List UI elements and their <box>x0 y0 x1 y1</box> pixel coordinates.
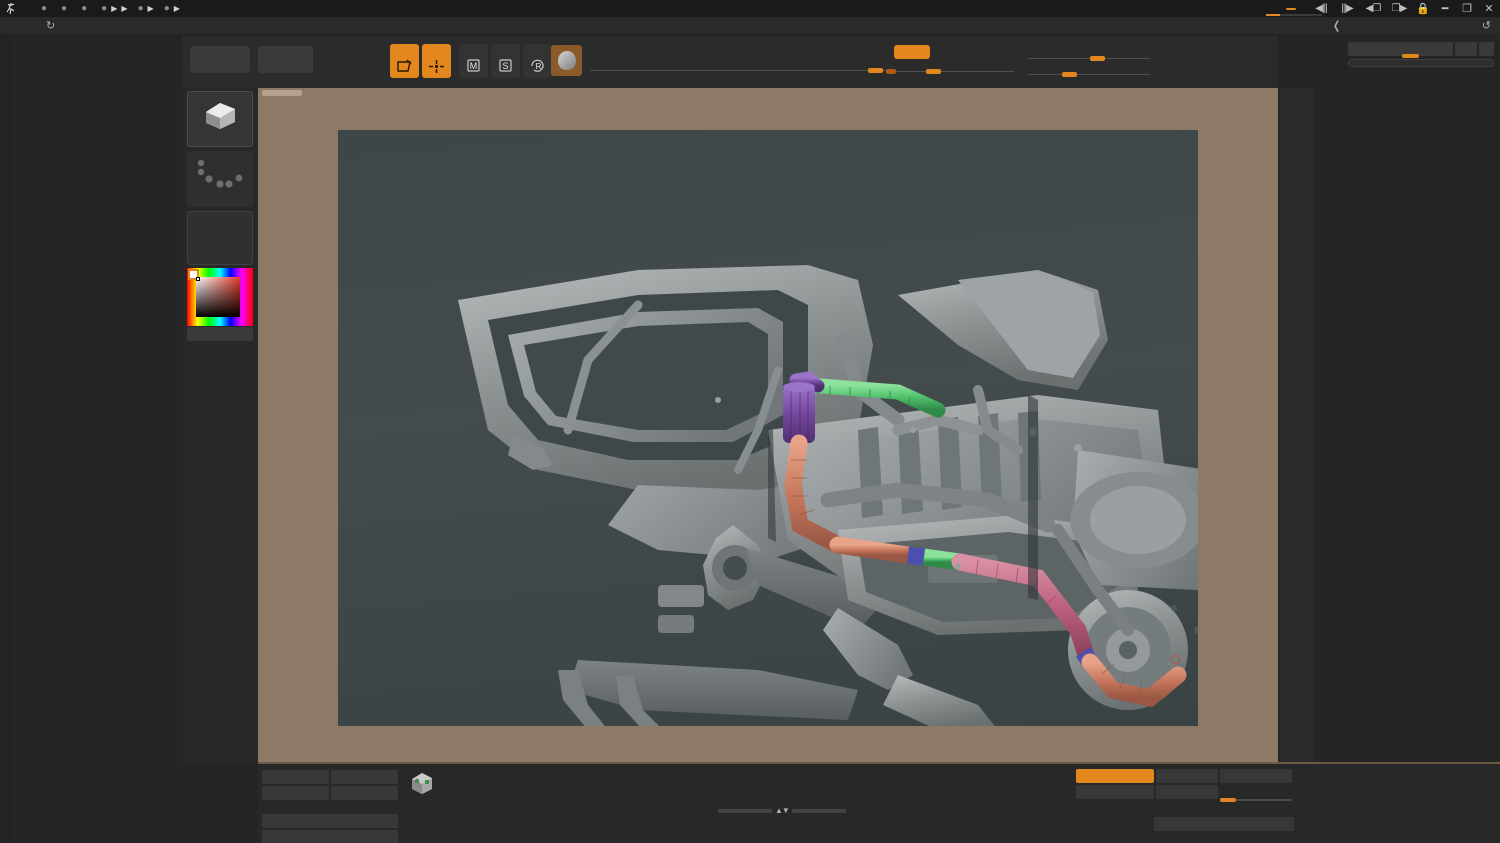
active-memory-status: ● <box>61 3 71 14</box>
see-through-slider[interactable] <box>1264 0 1282 17</box>
model-3d-render <box>338 130 1198 726</box>
tool-slider-knob[interactable] <box>1402 54 1419 58</box>
canvas-tab-handle[interactable] <box>262 90 302 96</box>
delete-button[interactable] <box>1076 785 1154 799</box>
zadd-button[interactable] <box>894 45 930 59</box>
split-hidden-button[interactable] <box>262 786 329 800</box>
refresh-icon[interactable]: ↻ <box>46 19 55 32</box>
alpha-button[interactable] <box>187 211 253 265</box>
bottom-toolbar: ▲▼ <box>258 762 1500 843</box>
close-icon[interactable]: ✕ <box>1478 0 1500 17</box>
zmodeler-transpose-slider[interactable]: ▲▼ <box>718 806 846 815</box>
title-bar-right-controls: ◀||| |||▶ ◀❐ ❐▶ 🔒 ━ ❐ ✕ <box>1248 0 1500 17</box>
move-icon: M <box>465 58 482 77</box>
rotate-button[interactable]: R <box>523 44 552 78</box>
double-button[interactable] <box>1076 769 1154 783</box>
restore-icon[interactable]: ❐ <box>1456 0 1478 17</box>
fillobject-button[interactable] <box>187 327 253 341</box>
canvas-frame <box>258 88 1278 762</box>
record-dot-icon <box>1171 655 1180 664</box>
tool-palette-sidebar <box>1348 42 1494 73</box>
meshcount-status: ●▶ <box>164 3 180 14</box>
fix-mesh-button[interactable] <box>1156 769 1218 783</box>
weld-points-button[interactable] <box>1220 769 1292 783</box>
svg-text:M: M <box>470 61 478 71</box>
current-tool-row <box>1348 42 1494 56</box>
group-visible-button[interactable] <box>262 770 329 784</box>
zmodeler-cube-icon <box>408 783 436 800</box>
revert-icon[interactable]: ↺ <box>1482 19 1491 32</box>
draw-icon <box>428 59 445 77</box>
dots-stroke-icon <box>195 159 247 196</box>
auto-groups-button[interactable] <box>331 770 398 784</box>
zbrush-logo-icon <box>3 2 19 16</box>
caret-left-icon[interactable]: ❮ <box>1333 19 1340 32</box>
minimize-icon[interactable]: ━ <box>1434 0 1456 17</box>
move-button[interactable]: M <box>459 44 488 78</box>
color-cursor-icon <box>196 277 200 281</box>
scroll-right-icon[interactable]: |||▶ <box>1334 0 1360 17</box>
polycount-status: ●▶ <box>138 3 154 14</box>
split-unmasked-points-button[interactable] <box>262 814 398 828</box>
menu-bar: ↻ ❮ ↺ <box>0 17 1500 34</box>
scale-icon: S <box>497 58 514 77</box>
current-tool-name[interactable] <box>1348 42 1453 56</box>
brush-palette-column <box>183 88 259 762</box>
edit-button[interactable] <box>390 44 419 78</box>
focal-shift-slider[interactable] <box>1028 48 1150 61</box>
palette-header: ❮ ↺ <box>1328 17 1500 34</box>
saturation-square[interactable] <box>196 277 240 317</box>
flip-button[interactable] <box>1156 785 1218 799</box>
viewport-canvas[interactable] <box>338 130 1198 726</box>
current-tool-value[interactable] <box>1455 42 1477 56</box>
viewport-toolbar <box>1280 88 1314 762</box>
menus-button[interactable] <box>1286 8 1296 10</box>
z-intensity-slider[interactable] <box>894 61 1014 74</box>
current-tool-r-button[interactable] <box>1479 42 1494 56</box>
draw-size-slider[interactable] <box>1028 64 1150 77</box>
del-hidden-button[interactable] <box>331 786 398 800</box>
rotate-icon: R <box>529 58 546 77</box>
free-memory-status: ● <box>41 3 51 14</box>
tool-thumbnail-grid <box>1348 59 1494 67</box>
title-bar: ● ● ● ●▶ ▶ ●▶ ●▶ ◀||| |||▶ ◀❐ ❐▶ 🔒 ━ ❐ ✕ <box>0 0 1500 17</box>
lock-icon[interactable]: 🔒 <box>1412 0 1434 17</box>
top-toolbar: M S R <box>182 36 1278 88</box>
prev-document-icon[interactable]: ◀❐ <box>1360 0 1386 17</box>
scratch-disk-status: ● <box>81 3 91 14</box>
left-edge-strip <box>0 34 13 843</box>
live-boolean-button[interactable] <box>317 46 387 73</box>
material-preview-icon <box>558 51 576 70</box>
current-brush-button[interactable] <box>187 91 253 147</box>
lightbox-button[interactable] <box>258 46 313 73</box>
qmesh-brush-icon <box>200 98 242 137</box>
group-masked-clear-mask-button[interactable] <box>262 830 398 843</box>
next-document-icon[interactable]: ❐▶ <box>1386 0 1412 17</box>
stroke-button[interactable] <box>187 151 253 207</box>
scale-button[interactable]: S <box>491 44 520 78</box>
svg-text:R: R <box>536 62 542 71</box>
edit-icon <box>396 59 413 77</box>
atime-status: ▶ <box>121 3 127 14</box>
zbrush-application-window: ● ● ● ●▶ ▶ ●▶ ●▶ ◀||| |||▶ ◀❐ ❐▶ 🔒 ━ ❐ ✕ <box>0 0 1500 843</box>
color-picker[interactable] <box>187 268 253 326</box>
zmodel-button[interactable] <box>402 770 442 801</box>
draw-button[interactable] <box>422 44 451 78</box>
reset-all-brushes-button[interactable] <box>1154 817 1294 831</box>
svg-text:S: S <box>502 61 508 71</box>
rgb-intensity-slider[interactable] <box>590 60 890 73</box>
home-page-button[interactable] <box>190 46 250 73</box>
timer-status: ●▶ <box>101 3 117 14</box>
material-swatch-button[interactable] <box>551 45 582 76</box>
